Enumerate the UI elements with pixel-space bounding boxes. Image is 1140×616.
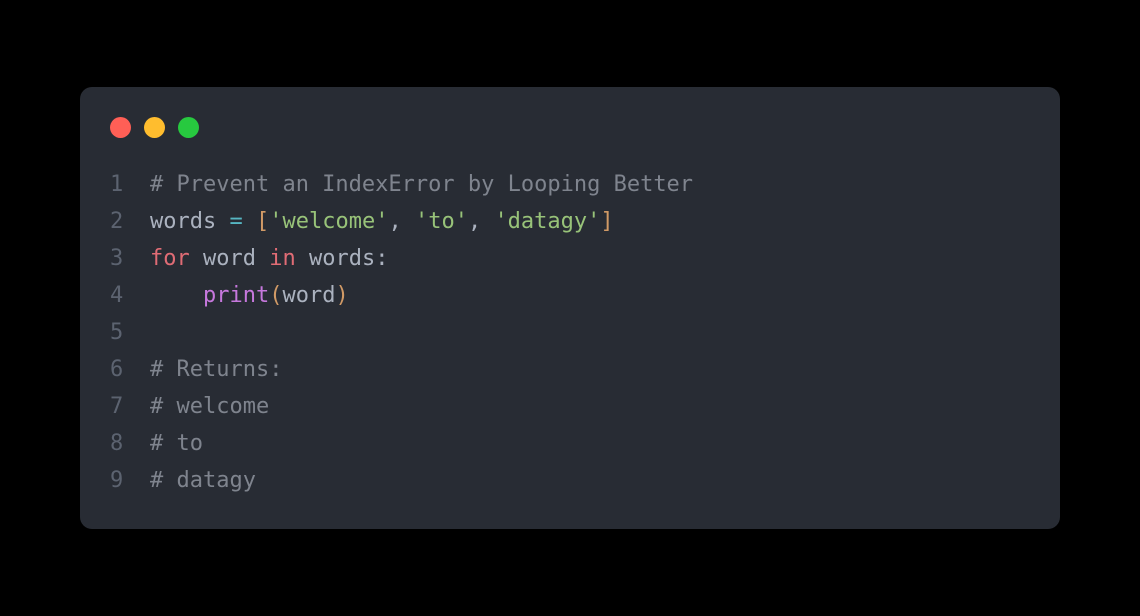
- code-token: print: [203, 283, 269, 308]
- code-token: # to: [150, 431, 203, 456]
- code-content: # Returns:: [150, 351, 282, 388]
- code-token: for: [150, 246, 190, 271]
- line-number: 5: [110, 314, 150, 351]
- code-content: # to: [150, 425, 203, 462]
- code-content: # Prevent an IndexError by Looping Bette…: [150, 166, 693, 203]
- code-editor[interactable]: 1# Prevent an IndexError by Looping Bett…: [80, 166, 1060, 499]
- code-token: [243, 209, 256, 234]
- code-token: ]: [600, 209, 613, 234]
- code-token: # Returns:: [150, 357, 282, 382]
- code-token: 'datagy': [494, 209, 600, 234]
- code-token: word: [190, 246, 269, 271]
- code-token: ,: [388, 209, 415, 234]
- line-number: 4: [110, 277, 150, 314]
- code-line: 7# welcome: [110, 388, 1030, 425]
- code-line: 1# Prevent an IndexError by Looping Bett…: [110, 166, 1030, 203]
- code-content: print(word): [150, 277, 349, 314]
- code-content: for word in words:: [150, 240, 388, 277]
- code-line: 3for word in words:: [110, 240, 1030, 277]
- code-token: in: [269, 246, 296, 271]
- code-token: [150, 283, 203, 308]
- code-line: 9# datagy: [110, 462, 1030, 499]
- code-token: [: [256, 209, 269, 234]
- close-icon[interactable]: [110, 117, 131, 138]
- code-token: word: [282, 283, 335, 308]
- code-line: 2words = ['welcome', 'to', 'datagy']: [110, 203, 1030, 240]
- code-token: # welcome: [150, 394, 269, 419]
- code-content: # welcome: [150, 388, 269, 425]
- code-content: # datagy: [150, 462, 256, 499]
- line-number: 9: [110, 462, 150, 499]
- code-line: 5: [110, 314, 1030, 351]
- line-number: 1: [110, 166, 150, 203]
- code-token: 'welcome': [269, 209, 388, 234]
- code-line: 4 print(word): [110, 277, 1030, 314]
- code-token: ,: [468, 209, 495, 234]
- minimize-icon[interactable]: [144, 117, 165, 138]
- code-content: [150, 314, 163, 351]
- code-token: 'to': [415, 209, 468, 234]
- code-token: words: [150, 209, 229, 234]
- code-line: 8# to: [110, 425, 1030, 462]
- code-token: [150, 320, 163, 345]
- line-number: 8: [110, 425, 150, 462]
- code-content: words = ['welcome', 'to', 'datagy']: [150, 203, 614, 240]
- line-number: 2: [110, 203, 150, 240]
- code-token: words:: [296, 246, 389, 271]
- code-token: # Prevent an IndexError by Looping Bette…: [150, 172, 693, 197]
- code-token: ): [335, 283, 348, 308]
- maximize-icon[interactable]: [178, 117, 199, 138]
- code-token: =: [229, 209, 242, 234]
- code-token: (: [269, 283, 282, 308]
- line-number: 3: [110, 240, 150, 277]
- line-number: 7: [110, 388, 150, 425]
- code-token: # datagy: [150, 468, 256, 493]
- code-window: 1# Prevent an IndexError by Looping Bett…: [80, 87, 1060, 529]
- traffic-lights: [80, 117, 1060, 138]
- code-line: 6# Returns:: [110, 351, 1030, 388]
- line-number: 6: [110, 351, 150, 388]
